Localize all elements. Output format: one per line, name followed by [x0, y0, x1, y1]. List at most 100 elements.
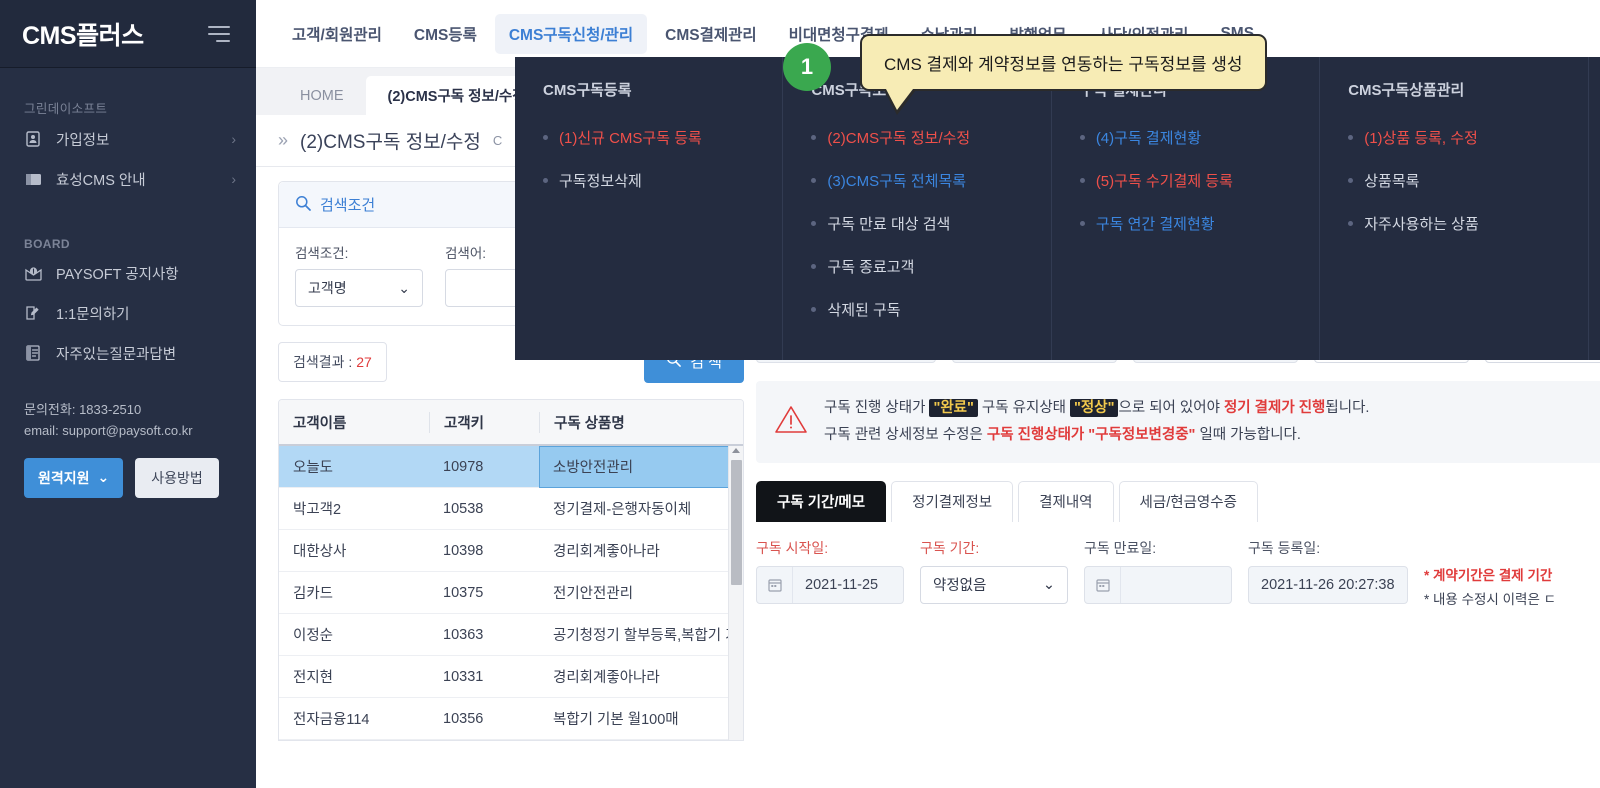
wallet-icon [24, 170, 42, 188]
app-logo[interactable]: CMS플러스 [22, 16, 144, 52]
nav-item-customer[interactable]: 고객/회원관리 [278, 14, 396, 54]
sidebar-item-faq[interactable]: 자주있는질문과답변 [0, 333, 256, 373]
menu-item-frequent-products[interactable]: 자주사용하는 상품 [1348, 202, 1587, 245]
menu-item-label: (1)상품 등록, 수정 [1364, 130, 1478, 147]
tooltip-callout: CMS 결제와 계약정보를 연동하는 구독정보를 생성 [860, 34, 1267, 115]
period-value: 약정없음 [933, 578, 987, 595]
menu-item-new-cms-subscription[interactable]: (1)신규 CMS구독 등록 [543, 116, 782, 159]
menu-item-label: 구독 만료 대상 검색 [827, 216, 951, 233]
sidebar-brand: CMS플러스 [0, 0, 256, 68]
menu-item-label: 삭제된 구독 [827, 302, 901, 319]
tab-payment-history[interactable]: 결제내역 [1018, 480, 1114, 522]
menu-item-product-register-edit[interactable]: (1)상품 등록, 수정 [1348, 116, 1587, 159]
bullet-icon [811, 307, 817, 312]
menu-item-ended-customers[interactable]: 구독 종료고객 [811, 245, 1050, 288]
step-badge-1: 1 [783, 43, 831, 91]
table-row[interactable]: 박고객2 10538 정기결제-은행자동이체 [279, 488, 743, 530]
date-fields-row: 구독 시작일: 2021-11-25 구독 기간: 약정없음 ⌄ 구독 만료일:… [756, 522, 1600, 613]
period-select[interactable]: 약정없음 ⌄ [920, 565, 1068, 604]
customer-table-scrollbar[interactable] [728, 446, 743, 740]
mega-column-title: CMS구독등록 [543, 82, 632, 99]
tab-tax-cash-receipt[interactable]: 세금/현금영수증 [1118, 480, 1258, 522]
notes-block: * 계약기간은 결제 기간 * 내용 수정시 이력은 ㄷ [1424, 538, 1556, 613]
page-tab-home[interactable]: HOME [278, 76, 366, 115]
menu-item-label: 자주사용하는 상품 [1364, 216, 1479, 233]
menu-item-label: 상품목록 [1364, 173, 1420, 190]
menu-item-annual-payment-status[interactable]: 구독 연간 결제현황 [1079, 202, 1319, 245]
field-period: 구독 기간: 약정없음 ⌄ [920, 538, 1068, 604]
chevron-right-icon: › [231, 131, 236, 147]
table-row[interactable]: 오늘도 10978 소방안전관리 [279, 445, 743, 488]
cell-name: 박고객2 [293, 502, 342, 518]
calendar-icon[interactable] [757, 566, 793, 603]
page-title: (2)CMS구독 정보/수정 [300, 132, 481, 153]
field-label: 구독 시작일: [756, 539, 829, 556]
cell-product: 전기안전관리 [553, 586, 634, 602]
bullet-icon [1079, 135, 1085, 140]
tab-subscription-period-memo[interactable]: 구독 기간/메모 [756, 480, 887, 522]
sidebar-item-signup-info[interactable]: 가입정보 › [0, 119, 256, 159]
hamburger-icon[interactable] [204, 22, 234, 46]
pencil-note-icon [24, 304, 42, 322]
menu-item-delete-subscription-info[interactable]: 구독정보삭제 [543, 159, 782, 202]
warn-l1a: 구독 진행 상태가 [824, 400, 930, 416]
sidebar-item-label: 가입정보 [56, 132, 110, 149]
menu-item-expiry-target-search[interactable]: 구독 만료 대상 검색 [811, 202, 1050, 245]
mega-column-subscription-register: CMS구독등록 (1)신규 CMS구독 등록 구독정보삭제 [515, 57, 784, 360]
search-result-count: 검색결과 : 27 [278, 341, 387, 382]
howto-button[interactable]: 사용방법 [135, 457, 219, 498]
menu-item-product-list[interactable]: 상품목록 [1348, 159, 1587, 202]
mega-column-title: CMS구독상품관리 [1348, 82, 1465, 99]
table-row[interactable]: 이정순 10363 공기청정기 할부등록,복합기 기본 [279, 614, 743, 656]
sidebar-item-inquiry[interactable]: 1:1문의하기 [0, 293, 256, 333]
warn-l2a: 구독 관련 상세정보 수정은 [824, 426, 987, 443]
sidebar-item-hyosung-cms-guide[interactable]: 효성CMS 안내 › [0, 159, 256, 199]
calendar-icon[interactable] [1085, 566, 1121, 603]
logo-main-text: CMS [22, 21, 77, 50]
nav-item-cms-register[interactable]: CMS등록 [400, 14, 491, 54]
search-condition-label: 검색조건: [295, 246, 349, 261]
menu-item-payment-status[interactable]: (4)구독 결제현황 [1079, 116, 1319, 159]
table-row[interactable]: 김카드 10375 전기안전관리 [279, 572, 743, 614]
tab-recurring-payment-info[interactable]: 정기결제정보 [891, 480, 1014, 522]
warning-triangle-icon [774, 404, 808, 439]
search-result-label: 검색결과 : [293, 353, 353, 370]
cell-name: 전자금융114 [293, 712, 370, 728]
menu-item-manual-payment-register[interactable]: (5)구독 수기결제 등록 [1079, 159, 1319, 202]
table-row[interactable]: 전지현 10331 경리회계좋아나라 [279, 656, 743, 698]
app-root: CMS플러스 그린데이소프트 가입정보 › 효성CMS 안내 › BOARD P… [0, 0, 1600, 788]
search-condition-select[interactable]: 고객명 ⌄ [295, 269, 423, 307]
warn-l2-red: 구독 진행상태가 "구독정보변경중" [986, 426, 1196, 443]
cell-name: 대한상사 [293, 544, 347, 560]
chevron-down-icon: ⌄ [97, 469, 110, 486]
scrollbar-thumb[interactable] [731, 460, 742, 585]
menu-item-label: 구독 연간 결제현황 [1095, 216, 1215, 233]
warn-highlight-complete: "완료" [929, 399, 978, 417]
remote-support-button[interactable]: 원격지원 ⌄ [24, 457, 124, 498]
menu-item-cms-subscription-all-list[interactable]: (3)CMS구독 전체목록 [811, 159, 1050, 202]
register-date-input: 2021-11-26 20:27:38 [1248, 565, 1408, 604]
remote-support-label: 원격지원 [38, 469, 90, 486]
bullet-icon [543, 135, 548, 140]
field-register-date: 구독 등록일: 2021-11-26 20:27:38 [1248, 538, 1408, 604]
sidebar-buttons: 원격지원 ⌄ 사용방법 [0, 442, 256, 498]
warn-l2b: 일때 가능합니다. [1195, 426, 1301, 443]
chevron-down-icon: ⌄ [1042, 576, 1055, 593]
start-date-input[interactable]: 2021-11-25 [756, 565, 904, 604]
breadcrumb-sub: C [492, 133, 503, 148]
nav-item-cms-subscription[interactable]: CMS구독신청/관리 [494, 13, 648, 54]
sidebar-item-notice[interactable]: PAYSOFT 공지사항 [0, 253, 256, 293]
mega-column-charts: 구독 차트(Chart) 구독 매출 Chart 신규 구독등록 Chart 그… [1589, 57, 1600, 360]
nav-item-cms-payment[interactable]: CMS결제관리 [651, 14, 770, 54]
menu-item-cms-subscription-info-edit[interactable]: (2)CMS구독 정보/수정 [811, 116, 1050, 159]
scroll-up-icon[interactable] [732, 448, 740, 453]
cell-product: 경리회계좋아나라 [553, 670, 660, 686]
chevron-right-icon: › [231, 171, 236, 187]
cell-name: 오늘도 [293, 460, 334, 476]
expire-date-input[interactable] [1084, 565, 1232, 604]
table-row[interactable]: 대한상사 10398 경리회계좋아나라 [279, 530, 743, 572]
chevron-down-icon: ⌄ [398, 279, 410, 296]
table-row[interactable]: 전자금융114 10356 복합기 기본 월100매 [279, 698, 743, 740]
sidebar-item-label: 자주있는질문과답변 [56, 346, 177, 363]
menu-item-deleted-subscriptions[interactable]: 삭제된 구독 [811, 288, 1050, 331]
